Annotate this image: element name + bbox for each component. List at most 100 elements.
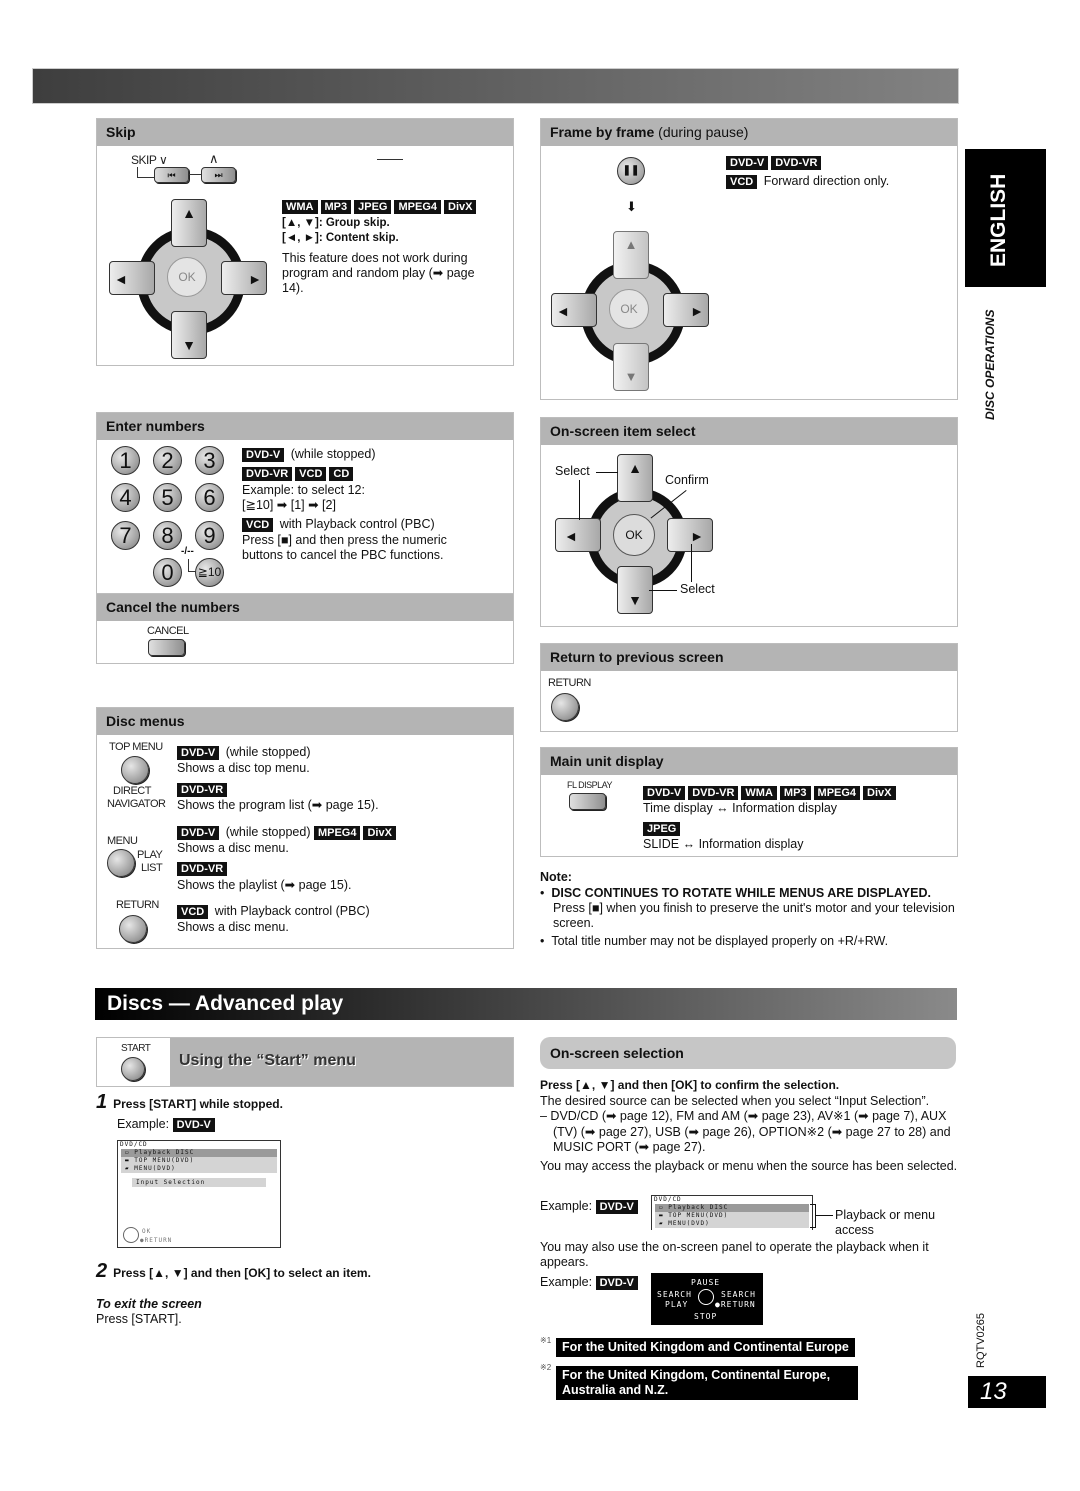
number-key[interactable]: 9 bbox=[195, 521, 224, 550]
format-tag: DivX bbox=[863, 786, 896, 800]
footnote-mark: ※2 bbox=[540, 1363, 552, 1372]
exit-text: Press [START]. bbox=[96, 1312, 182, 1326]
pbc-detail: Press [■] and then press the numeric but… bbox=[242, 533, 447, 562]
osd-row: ▬ TOP MENU(DVD) bbox=[121, 1157, 277, 1165]
connector-line bbox=[188, 559, 196, 572]
number-key[interactable]: 1 bbox=[111, 446, 140, 475]
playlist-label: PLAY bbox=[137, 849, 163, 861]
playlist-label: LIST bbox=[141, 862, 163, 874]
format-tag: WMA bbox=[282, 200, 318, 214]
down-button[interactable]: ▼ bbox=[617, 566, 653, 614]
ok-button[interactable]: OK bbox=[609, 289, 649, 329]
number-key[interactable]: 7 bbox=[111, 521, 140, 550]
lead-text: Press [▲, ▼] and then [OK] to confirm th… bbox=[540, 1078, 840, 1092]
top-menu-label: TOP MENU bbox=[109, 741, 163, 753]
fl-display-button[interactable] bbox=[569, 793, 606, 810]
example-text: Example: to select 12: bbox=[242, 483, 365, 497]
main-display-panel: Main unit display FL DISPLAY DVD-V DVD-VR… bbox=[540, 747, 958, 857]
language-tab: ENGLISH bbox=[965, 149, 1046, 287]
panel-pause: PAUSE bbox=[691, 1278, 721, 1287]
step-2: 2 Press [▲, ▼] and then [OK] to select an… bbox=[96, 1260, 371, 1282]
format-tag: MPEG4 bbox=[813, 786, 861, 800]
number-key[interactable]: 4 bbox=[111, 483, 140, 512]
number-key[interactable]: 2 bbox=[153, 446, 182, 475]
format-tag: WMA bbox=[741, 786, 777, 800]
left-button[interactable]: ◄ bbox=[109, 261, 155, 295]
pause-button[interactable]: ❚❚ bbox=[617, 157, 645, 185]
skip-label: SKIP ∨ bbox=[131, 153, 168, 167]
format-tags: WMA MP3 JPEG MPEG4 DivX bbox=[282, 197, 479, 215]
format-tags: DVD-VR VCD CD bbox=[242, 464, 356, 482]
panel-title: Disc menus bbox=[97, 708, 513, 735]
panel-title: Return to previous screen bbox=[541, 644, 957, 671]
down-button[interactable]: ▼ bbox=[613, 343, 649, 391]
right-button[interactable]: ► bbox=[221, 261, 267, 295]
cancel-button[interactable] bbox=[148, 639, 185, 656]
format-tag: DivX bbox=[444, 200, 477, 214]
menu-item-text: Shows the playlist (➡ page 15). bbox=[177, 878, 352, 892]
up-button[interactable]: ▲ bbox=[171, 199, 207, 247]
vcd-line: VCD with Playback control (PBC) bbox=[242, 517, 435, 532]
ok-button[interactable]: OK bbox=[167, 257, 207, 297]
osd-row: ▰ MENU(DVD) bbox=[121, 1165, 277, 1173]
menu-button[interactable] bbox=[107, 849, 135, 877]
dvdv-line: DVD-V (while stopped) bbox=[242, 447, 375, 462]
dpad[interactable]: OK ▲ ▼ ◄ ► bbox=[551, 231, 711, 391]
up-button[interactable]: ▲ bbox=[617, 454, 653, 502]
panel-title: Enter numbers bbox=[97, 413, 513, 440]
osd-header: DVD/CD bbox=[120, 1141, 148, 1148]
number-key[interactable]: 3 bbox=[195, 446, 224, 475]
return-button[interactable] bbox=[119, 915, 147, 943]
number-key-10plus[interactable]: ≧10 bbox=[195, 558, 224, 587]
left-button[interactable]: ◄ bbox=[555, 518, 601, 552]
ok-button[interactable]: OK bbox=[613, 514, 655, 556]
panel-stop: STOP bbox=[694, 1312, 718, 1321]
dpad[interactable]: OK ▲ ▼ ◄ ► bbox=[109, 199, 267, 359]
down-arrow-icon: ⬇ bbox=[626, 199, 637, 214]
osd-ok: OK bbox=[142, 1228, 152, 1235]
example-line: Example: DVD-V bbox=[117, 1117, 218, 1132]
start-menu-title: Using the “Start” menu bbox=[179, 1052, 356, 1069]
left-button[interactable]: ◄ bbox=[551, 293, 597, 327]
format-tags: DVD-V DVD-VR bbox=[726, 153, 824, 171]
callout-line bbox=[649, 590, 677, 591]
top-menu-button[interactable] bbox=[121, 756, 149, 784]
jpeg-tag: JPEG bbox=[643, 819, 683, 837]
number-key[interactable]: 6 bbox=[195, 483, 224, 512]
number-key[interactable]: 5 bbox=[153, 483, 182, 512]
document-code: RQTV0265 bbox=[975, 1312, 987, 1368]
menu-item-text: Shows a disc menu. bbox=[177, 920, 289, 934]
right-button[interactable]: ► bbox=[667, 518, 713, 552]
skip-next-button[interactable]: ⏭ bbox=[201, 167, 236, 183]
number-key[interactable]: 8 bbox=[153, 521, 182, 550]
vcd-note: VCD Forward direction only. bbox=[726, 174, 889, 189]
right-button[interactable]: ► bbox=[663, 293, 709, 327]
direct-navigator-label: NAVIGATOR bbox=[107, 798, 166, 810]
onscreen-control-panel: PAUSE SEARCH SEARCH PLAY ●RETURN STOP bbox=[651, 1273, 763, 1325]
return-button[interactable] bbox=[551, 693, 579, 721]
panel-search-right: SEARCH bbox=[721, 1290, 756, 1299]
panel-title: Frame by frame (during pause) bbox=[541, 119, 957, 146]
footnote-mark: ※1 bbox=[540, 1336, 552, 1345]
enter-numbers-panel: Enter numbers 1 2 3 4 5 6 7 8 9 0 ≧10 -/… bbox=[96, 412, 514, 664]
format-tags: DVD-V DVD-VR WMA MP3 MPEG4 DivX bbox=[643, 783, 899, 801]
bracket bbox=[810, 1204, 816, 1228]
panel-play: PLAY bbox=[665, 1300, 689, 1309]
content-skip-text: [◄, ►]: Content skip. bbox=[282, 232, 399, 244]
step-1: 1 Press [START] while stopped. bbox=[96, 1091, 283, 1113]
slide-toggle-text: SLIDE ↔ Information display bbox=[643, 837, 804, 851]
start-menu-header: START Using the “Start” menu bbox=[96, 1037, 514, 1087]
osd-row: ▭ Playback DISC bbox=[121, 1149, 277, 1157]
exit-title: To exit the screen bbox=[96, 1297, 202, 1311]
skip-prev-button[interactable]: ⏮ bbox=[154, 167, 189, 183]
display-toggle-text: Time display ↔ Information display bbox=[643, 801, 838, 815]
footnote-2: For the United Kingdom, Continental Euro… bbox=[556, 1366, 858, 1400]
page-number: 13 bbox=[968, 1376, 1046, 1408]
up-button[interactable]: ▲ bbox=[613, 231, 649, 279]
fl-display-label: FL DISPLAY bbox=[567, 780, 613, 790]
down-button[interactable]: ▼ bbox=[171, 311, 207, 359]
panel-title: On-screen item select bbox=[541, 418, 957, 445]
note-bullet: • Total title number may not be displaye… bbox=[540, 934, 889, 948]
start-button[interactable] bbox=[121, 1057, 145, 1081]
number-key[interactable]: 0 bbox=[153, 558, 182, 587]
